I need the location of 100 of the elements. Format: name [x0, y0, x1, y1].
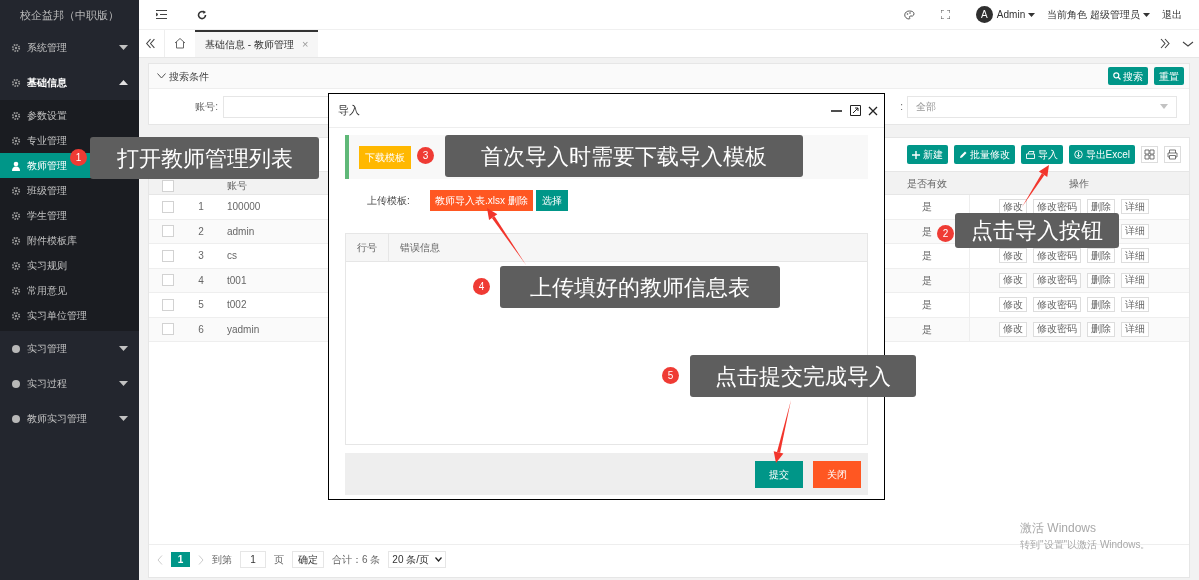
dot-icon: [11, 413, 21, 424]
download-icon: [1073, 150, 1083, 159]
toolbar-button[interactable]: 导入: [1020, 145, 1063, 164]
refresh-icon[interactable]: [197, 9, 207, 20]
row-action-button[interactable]: 删除: [1087, 248, 1115, 264]
columns-icon[interactable]: [1141, 146, 1158, 163]
palette-icon[interactable]: [903, 9, 915, 20]
checkbox[interactable]: [162, 180, 174, 192]
row-action-button[interactable]: 详细: [1121, 321, 1149, 337]
nav-item[interactable]: 系统管理: [0, 30, 139, 65]
table-cell: cs: [227, 250, 237, 262]
row-action-button[interactable]: 修改: [999, 297, 1027, 313]
nav-item[interactable]: 常用意见: [0, 278, 139, 303]
column-header: 账号: [227, 180, 247, 191]
caret-down-icon: [1028, 12, 1036, 17]
table-cell: 是: [921, 274, 932, 286]
table-cell: 1: [198, 201, 204, 213]
checkbox[interactable]: [162, 249, 174, 262]
tab[interactable]: 基础信息 - 教师管理 ×: [195, 30, 319, 57]
step-tooltip: 点击提交完成导入: [690, 355, 916, 397]
caret-up-icon: [119, 80, 128, 85]
table-cell: t001: [227, 274, 247, 286]
user-icon: [11, 160, 21, 171]
step-tooltip: 打开教师管理列表: [90, 137, 319, 179]
chevron-down-icon: [435, 557, 443, 562]
dot-icon: [11, 343, 21, 354]
row-action-button[interactable]: 删除: [1087, 321, 1115, 337]
nav-item[interactable]: 实习过程: [0, 366, 139, 401]
nav-item[interactable]: 学生管理: [0, 203, 139, 228]
field-label: :: [900, 100, 904, 114]
row-action-button[interactable]: 修改: [999, 248, 1027, 264]
confirm-button[interactable]: 确定: [292, 551, 324, 568]
caret-down-icon: [1143, 12, 1150, 17]
row-action-button[interactable]: 修改密码: [1033, 272, 1081, 288]
row-action-button[interactable]: 删除: [1087, 272, 1115, 288]
table-cell: 是: [921, 299, 932, 311]
print-icon[interactable]: [1164, 146, 1181, 163]
pagination-label: 到第: [212, 553, 232, 567]
caret-down-icon: [119, 346, 128, 351]
panel-title: 搜索条件: [169, 69, 209, 84]
row-action-button[interactable]: 修改密码: [1033, 297, 1081, 313]
row-action-button[interactable]: 修改密码: [1033, 248, 1081, 264]
toolbar-button[interactable]: 导出Excel: [1068, 145, 1135, 164]
pencil-icon: [958, 150, 967, 159]
avatar: A: [975, 6, 993, 23]
page-input[interactable]: 1: [240, 551, 266, 568]
role-menu[interactable]: 当前角色 超级管理员: [1047, 7, 1150, 22]
choose-file-button[interactable]: 选择: [535, 189, 568, 211]
close-icon[interactable]: [868, 105, 878, 116]
page-button[interactable]: 1: [171, 552, 190, 567]
caret-down-icon: [119, 381, 128, 386]
field-label: 上传模板:: [367, 193, 411, 208]
nav-item[interactable]: 实习管理: [0, 331, 139, 366]
toolbar-button[interactable]: 批量修改: [953, 145, 1015, 164]
column-header: 错误信息: [399, 241, 440, 255]
activation-title: 激活 Windows: [1020, 520, 1097, 537]
total-count: 合计：6 条: [332, 553, 381, 567]
row-action-button[interactable]: 详细: [1121, 272, 1149, 288]
nav-item[interactable]: 附件模板库: [0, 228, 139, 253]
nav-item[interactable]: 基础信息: [0, 65, 139, 100]
row-action-button[interactable]: 详细: [1121, 223, 1149, 239]
row-action-button[interactable]: 详细: [1121, 297, 1149, 313]
nav-item[interactable]: 参数设置: [0, 103, 139, 128]
arrow: [487, 208, 526, 265]
gear-icon: [11, 210, 21, 221]
user-menu[interactable]: Admin: [996, 7, 1036, 22]
nav-item[interactable]: 实习单位管理: [0, 303, 139, 328]
search-icon: [1113, 72, 1121, 80]
table-cell: yadmin: [227, 323, 260, 335]
checkbox[interactable]: [162, 274, 174, 287]
row-action-button[interactable]: 修改: [999, 321, 1027, 337]
menu-icon[interactable]: [156, 10, 167, 19]
reset-button[interactable]: 重置: [1154, 67, 1184, 85]
checkbox[interactable]: [162, 200, 174, 213]
import-icon: [1025, 150, 1035, 159]
plus-icon: [911, 150, 920, 159]
row-action-button[interactable]: 详细: [1121, 199, 1149, 215]
maximize-icon[interactable]: [850, 105, 861, 116]
gear-icon: [11, 77, 21, 88]
app-title: 校企益邦（中职版）: [19, 7, 120, 23]
activation-text: 转到"设置"以激活 Windows。: [1020, 538, 1151, 552]
step-tooltip: 点击导入按钮: [955, 213, 1119, 248]
nav-item[interactable]: 班级管理: [0, 178, 139, 203]
nav-item[interactable]: 教师实习管理: [0, 401, 139, 436]
page-size-select[interactable]: 20 条/页: [388, 551, 447, 568]
checkbox[interactable]: [162, 225, 174, 238]
search-button[interactable]: 搜索: [1108, 67, 1148, 85]
checkbox[interactable]: [162, 323, 174, 336]
row-action-button[interactable]: 删除: [1087, 297, 1115, 313]
row-action-button[interactable]: 修改: [999, 272, 1027, 288]
submit-button[interactable]: 提交: [755, 460, 803, 488]
logout-link[interactable]: 退出: [1162, 7, 1182, 22]
chevron-down-icon[interactable]: [157, 73, 166, 79]
gear-icon: [11, 285, 21, 296]
checkbox[interactable]: [162, 298, 174, 311]
row-action-button[interactable]: 详细: [1121, 248, 1149, 264]
fullscreen-icon[interactable]: [940, 10, 950, 19]
toolbar-button[interactable]: 新建: [906, 145, 948, 164]
row-action-button[interactable]: 修改密码: [1033, 321, 1081, 337]
nav-item[interactable]: 实习规则: [0, 253, 139, 278]
